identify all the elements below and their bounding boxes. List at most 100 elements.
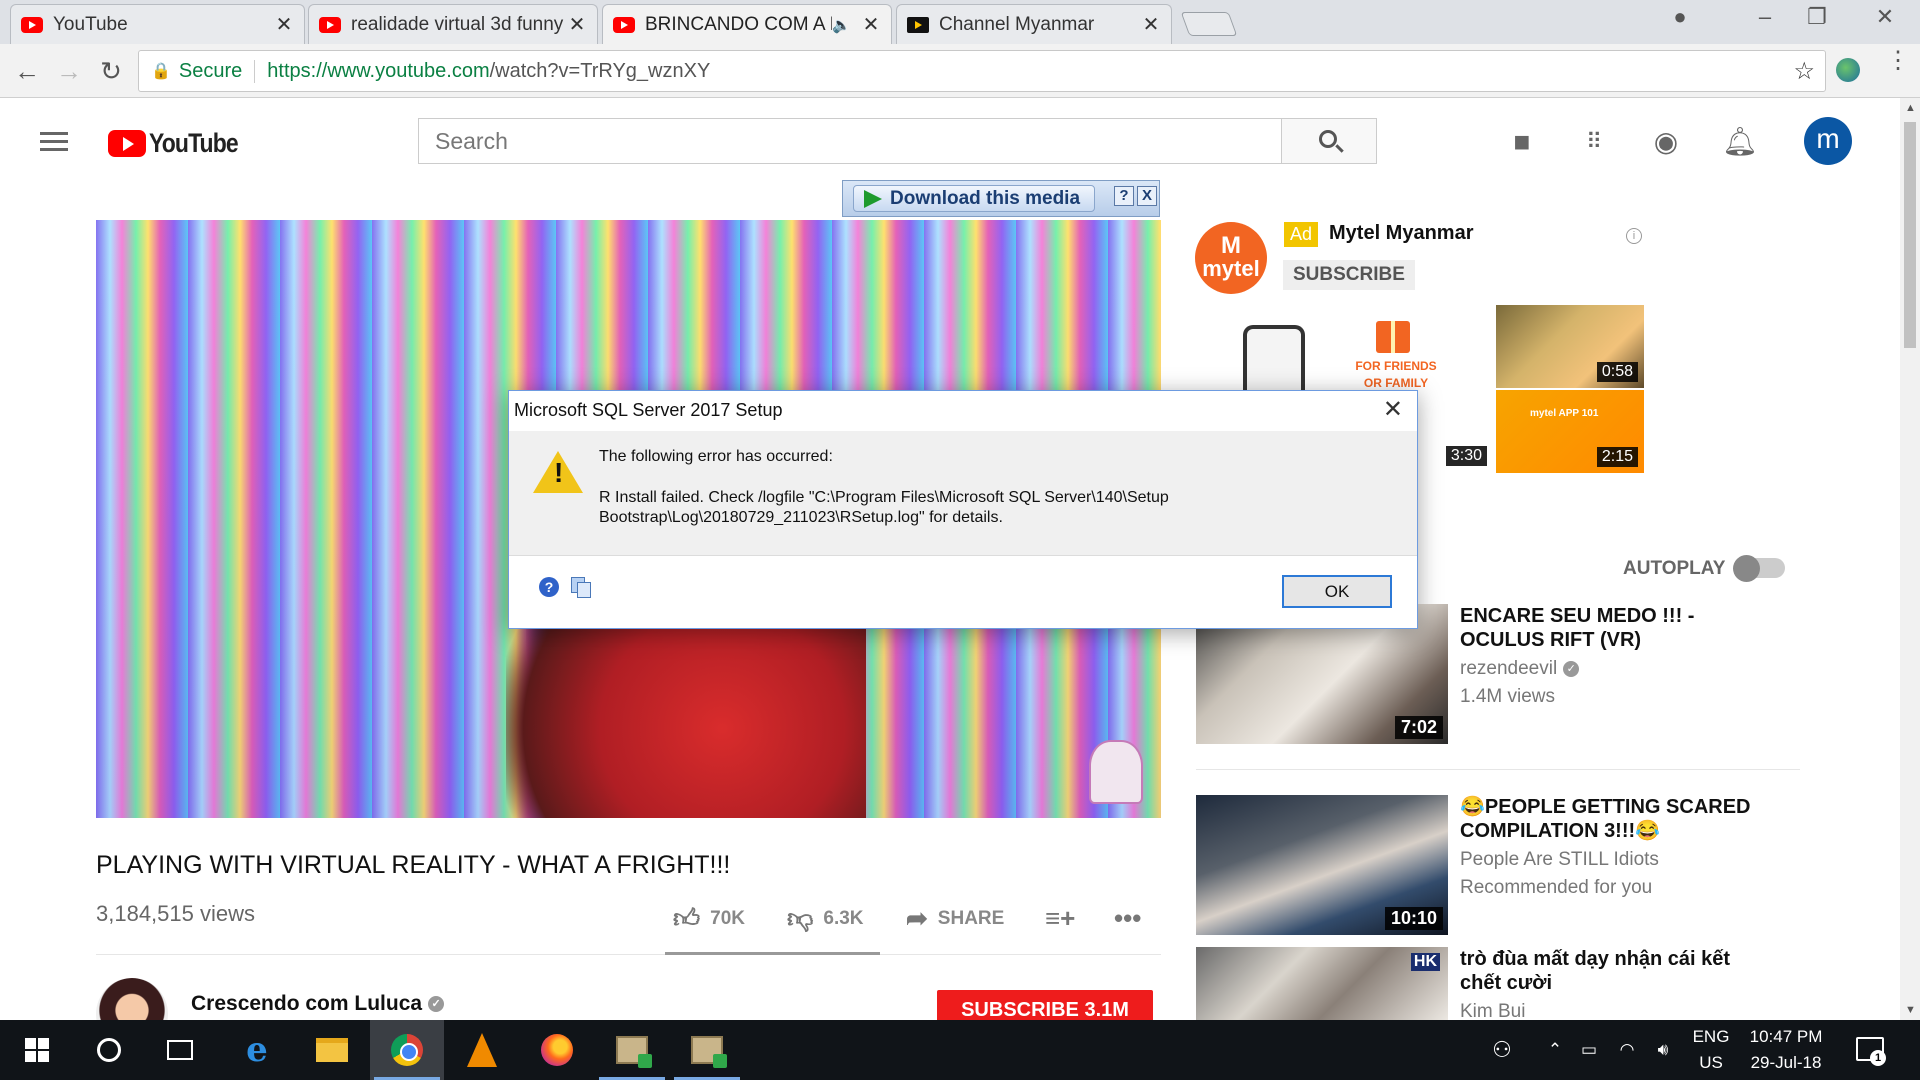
dialog-message: R Install failed. Check /logfile "C:\Pro… [599,489,1169,526]
recommendation-title[interactable]: 😂PEOPLE GETTING SCARED COMPILATION 3!!!😂 [1460,795,1760,843]
mytel-logo[interactable]: mytel [1195,222,1267,294]
apps-grid-icon[interactable]: ⠿ [1578,126,1610,158]
dialog-close-icon[interactable]: ✕ [1383,395,1403,424]
tab-youtube[interactable]: YouTube ✕ [10,4,305,44]
tab-title: Channel Myanmar [939,13,1095,35]
dislike-button[interactable]: 👎︎ 6.3K [787,903,864,934]
channel-name[interactable]: Crescendo com Luluca ✓ [191,992,445,1016]
ok-button[interactable]: OK [1282,575,1392,608]
chrome-icon [391,1034,423,1066]
browser-toolbar: ← → ↻ 🔒 Secure https://www.youtube.com/w… [0,44,1920,98]
dialog-heading: The following error has occurred: [599,448,833,465]
duration-label: 10:10 [1384,907,1443,930]
share-button[interactable]: ➦ SHARE [906,903,1004,934]
video-thumbnail[interactable]: HK [1196,947,1448,1020]
recommendation-channel[interactable]: rezendeevil ✓ [1460,658,1580,680]
notifications-bell-icon[interactable]: 🔔︎ [1722,126,1758,158]
close-icon[interactable]: ✕ [567,12,587,37]
close-icon[interactable]: ✕ [1141,12,1161,37]
subscribe-button[interactable]: SUBSCRIBE 3.1M [937,990,1153,1020]
recommendation-channel[interactable]: Kim Bui [1460,1001,1525,1020]
download-media-button[interactable]: Download this media [853,185,1096,212]
taskbar-setup-1[interactable] [595,1020,669,1080]
recommendation-item[interactable]: HK trò đùa mất dạy nhận cái kết chết cườ… [1196,947,1800,1020]
address-bar[interactable]: 🔒 Secure https://www.youtube.com/watch?v… [138,50,1826,92]
ad-thumbnail-small-2[interactable]: mytel APP 101 2:15 [1496,390,1644,473]
taskbar-vlc[interactable] [445,1020,519,1080]
recommendation-title[interactable]: trò đùa mất dạy nhận cái kết chết cười [1460,947,1760,995]
recommendation-item[interactable]: 10:10 😂PEOPLE GETTING SCARED COMPILATION… [1196,795,1800,935]
tab-realidade-virtual[interactable]: realidade virtual 3d funny ✕ [308,4,598,44]
search-button[interactable] [1281,118,1377,164]
youtube-logo[interactable]: YouTube [108,128,253,159]
gift-icon [1376,321,1410,353]
show-hidden-icons-icon[interactable]: ⌃ [1542,1020,1568,1080]
task-view-button[interactable] [143,1020,217,1080]
recommendation-meta: Recommended for you [1460,877,1653,898]
window-close-icon[interactable]: ✕ [1865,4,1905,30]
folder-icon [316,1038,348,1062]
channel-watermark[interactable] [1089,740,1143,804]
autoplay-toggle[interactable] [1733,555,1785,582]
clock[interactable]: 10:47 PM 29-Jul-18 [1740,1020,1832,1080]
taskbar-edge[interactable]: e [220,1020,294,1080]
info-icon[interactable]: i [1626,228,1642,244]
new-tab-button[interactable] [1180,12,1238,36]
error-dialog: Microsoft SQL Server 2017 Setup ✕ The fo… [508,390,1418,629]
search-input[interactable]: Search [418,118,1376,164]
ad-subscribe-button[interactable]: SUBSCRIBE [1283,260,1415,290]
like-button[interactable]: 👍︎ 70K [673,903,745,934]
back-arrow-icon[interactable]: ← [10,54,44,88]
cortana-button[interactable] [72,1020,146,1080]
recommendation-channel[interactable]: People Are STILL Idiots [1460,849,1659,871]
people-icon[interactable]: ⚇ [1484,1020,1520,1080]
taskbar-chrome[interactable] [370,1020,444,1080]
start-button[interactable] [0,1020,74,1080]
upload-video-icon[interactable]: ■ [1506,126,1538,158]
download-media-bar: Download this media ? X [842,180,1160,217]
chrome-menu-icon[interactable]: ⋮ [1886,49,1910,73]
wifi-icon[interactable]: ◠ [1612,1020,1642,1080]
restore-icon[interactable]: ❐ [1797,4,1837,30]
messages-icon[interactable]: ◉ [1650,126,1682,158]
share-icon: ➦ [906,903,928,933]
scroll-up-arrow-icon[interactable]: ▲ [1905,102,1916,114]
close-icon[interactable]: X [1137,186,1157,206]
close-icon[interactable]: ✕ [274,12,294,37]
volume-icon[interactable]: 🔊︎ [1648,1020,1678,1080]
lock-icon: 🔒 [151,63,171,80]
hamburger-menu-icon[interactable] [40,132,68,156]
taskbar-setup-2[interactable] [670,1020,744,1080]
extension-globe-icon[interactable] [1836,58,1860,82]
profile-icon[interactable]: ● [1660,4,1700,30]
minimize-icon[interactable]: – [1745,4,1785,30]
video-thumbnail[interactable]: 10:10 [1196,795,1448,935]
scroll-down-arrow-icon[interactable]: ▼ [1905,1004,1916,1016]
more-actions-button[interactable]: ••• [1114,903,1151,934]
avatar[interactable]: m [1804,117,1852,165]
battery-icon[interactable]: ▭ [1574,1020,1604,1080]
forward-arrow-icon[interactable]: → [52,54,86,88]
tab-brincando[interactable]: BRINCANDO COM A R 🔈 ✕ [602,4,892,44]
recommendation-title[interactable]: ENCARE SEU MEDO !!! - OCULUS RIFT (VR) [1460,604,1760,652]
help-icon[interactable]: ? [1114,186,1134,206]
ad-thumbnail-small-1[interactable]: 0:58 [1496,305,1644,388]
youtube-logo-text: YouTube [149,128,239,158]
close-icon[interactable]: ✕ [861,12,881,37]
copy-icon[interactable] [571,577,591,598]
ad-channel-name[interactable]: Mytel Myanmar [1329,222,1474,245]
clock-time: 10:47 PM [1749,1027,1823,1046]
taskbar-file-explorer[interactable] [295,1020,369,1080]
speaker-icon[interactable]: 🔈 [832,16,851,34]
playlist-add-icon: ≡+ [1045,903,1076,933]
page-scrollbar[interactable]: ▲ ▼ [1900,98,1920,1020]
bookmark-star-icon[interactable]: ☆ [1793,57,1815,86]
help-icon[interactable]: ? [539,577,559,597]
tab-channel-myanmar[interactable]: Channel Myanmar ✕ [896,4,1172,44]
scrollbar-thumb[interactable] [1904,122,1916,348]
taskbar-firefox[interactable] [520,1020,594,1080]
language-indicator[interactable]: ENG US [1686,1020,1736,1080]
edge-icon: e [246,1030,268,1070]
add-to-playlist-button[interactable]: ≡+ [1045,903,1085,934]
reload-icon[interactable]: ↻ [94,54,128,88]
